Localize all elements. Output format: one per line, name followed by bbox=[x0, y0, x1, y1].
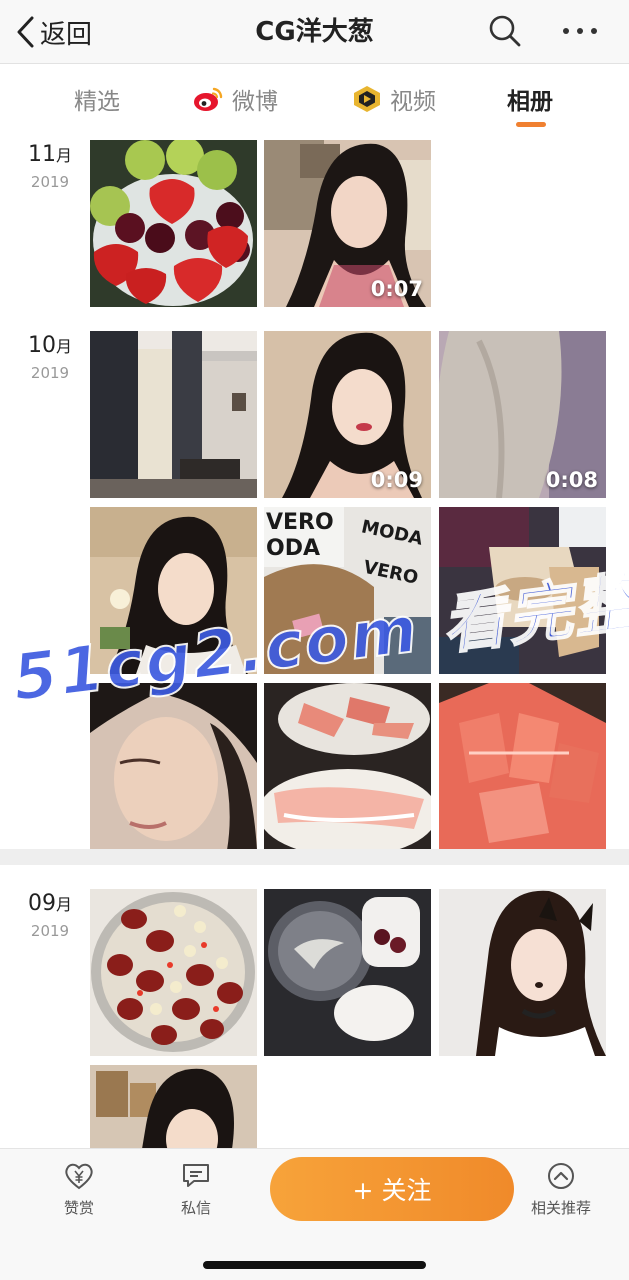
chat-icon bbox=[183, 1164, 209, 1187]
month-label-sep: 09月 2019 bbox=[20, 891, 80, 940]
svg-text:VERO: VERO bbox=[361, 557, 420, 589]
related-button[interactable]: 相关推荐 bbox=[516, 1161, 606, 1218]
svg-text:ODA: ODA bbox=[266, 536, 320, 561]
weibo-icon bbox=[192, 85, 224, 113]
year-label: 2019 bbox=[30, 364, 70, 382]
photo-thumbnail[interactable]: VERO ODA MODA VERO bbox=[264, 507, 431, 674]
tab-video-label: 视频 bbox=[390, 89, 436, 115]
tab-featured-label: 精选 bbox=[74, 89, 120, 115]
photo-thumbnail[interactable] bbox=[90, 331, 257, 498]
related-label: 相关推荐 bbox=[530, 1199, 591, 1217]
photo-thumbnail[interactable] bbox=[90, 140, 257, 307]
tab-weibo[interactable]: 微博 bbox=[192, 64, 278, 134]
more-icon[interactable] bbox=[558, 12, 602, 50]
photo-thumbnail[interactable] bbox=[90, 889, 257, 1056]
month-number: 09 bbox=[27, 891, 56, 916]
month-unit: 月 bbox=[55, 146, 72, 165]
month-unit: 月 bbox=[55, 337, 72, 356]
weibo-album-page: 返回 CG洋大葱 精选 微博 视频 相册 11月 2019 10月 2019 0… bbox=[0, 0, 629, 1280]
photo-thumbnail[interactable] bbox=[439, 507, 606, 674]
section-separator bbox=[0, 849, 629, 865]
photo-thumbnail[interactable] bbox=[439, 683, 606, 850]
month-unit: 月 bbox=[55, 895, 72, 914]
year-label: 2019 bbox=[30, 173, 70, 191]
svg-text:MODA: MODA bbox=[359, 516, 424, 549]
tab-weibo-label: 微博 bbox=[232, 89, 278, 115]
video-thumbnail[interactable]: 0:07 bbox=[264, 140, 431, 307]
video-duration: 0:09 bbox=[370, 468, 423, 492]
reward-label: 赞赏 bbox=[63, 1199, 94, 1217]
svg-text:VERO: VERO bbox=[266, 510, 334, 535]
home-indicator bbox=[203, 1261, 426, 1269]
reward-button[interactable]: 赞赏 bbox=[34, 1161, 124, 1218]
page-title: CG洋大葱 bbox=[255, 17, 374, 47]
month-number: 11 bbox=[27, 142, 56, 167]
top-navigation-bar: 返回 CG洋大葱 bbox=[0, 0, 629, 64]
message-label: 私信 bbox=[180, 1199, 211, 1217]
tab-video[interactable]: 视频 bbox=[352, 64, 436, 134]
photo-thumbnail[interactable] bbox=[264, 683, 431, 850]
message-button[interactable]: 私信 bbox=[151, 1161, 241, 1218]
photo-thumbnail[interactable] bbox=[90, 507, 257, 674]
video-thumbnail[interactable]: 0:09 bbox=[264, 331, 431, 498]
active-tab-indicator bbox=[516, 122, 546, 127]
search-icon[interactable] bbox=[486, 12, 524, 50]
month-label-nov: 11月 2019 bbox=[20, 142, 80, 191]
photo-thumbnail[interactable] bbox=[90, 683, 257, 850]
photo-thumbnail[interactable] bbox=[439, 889, 606, 1056]
month-label-oct: 10月 2019 bbox=[20, 333, 80, 382]
photo-thumbnail[interactable] bbox=[264, 889, 431, 1056]
heart-yen-icon bbox=[65, 1163, 93, 1190]
profile-tabs: 精选 微博 视频 相册 bbox=[0, 64, 629, 134]
chevron-up-circle-icon bbox=[548, 1163, 574, 1189]
tab-featured[interactable]: 精选 bbox=[74, 64, 120, 134]
year-label: 2019 bbox=[30, 922, 70, 940]
tab-album-label: 相册 bbox=[507, 89, 553, 115]
video-duration: 0:07 bbox=[370, 277, 423, 301]
month-number: 10 bbox=[27, 333, 56, 358]
follow-button[interactable]: + 关注 bbox=[270, 1157, 514, 1221]
video-icon bbox=[352, 85, 382, 113]
video-thumbnail[interactable]: 0:08 bbox=[439, 331, 606, 498]
video-duration: 0:08 bbox=[545, 468, 598, 492]
